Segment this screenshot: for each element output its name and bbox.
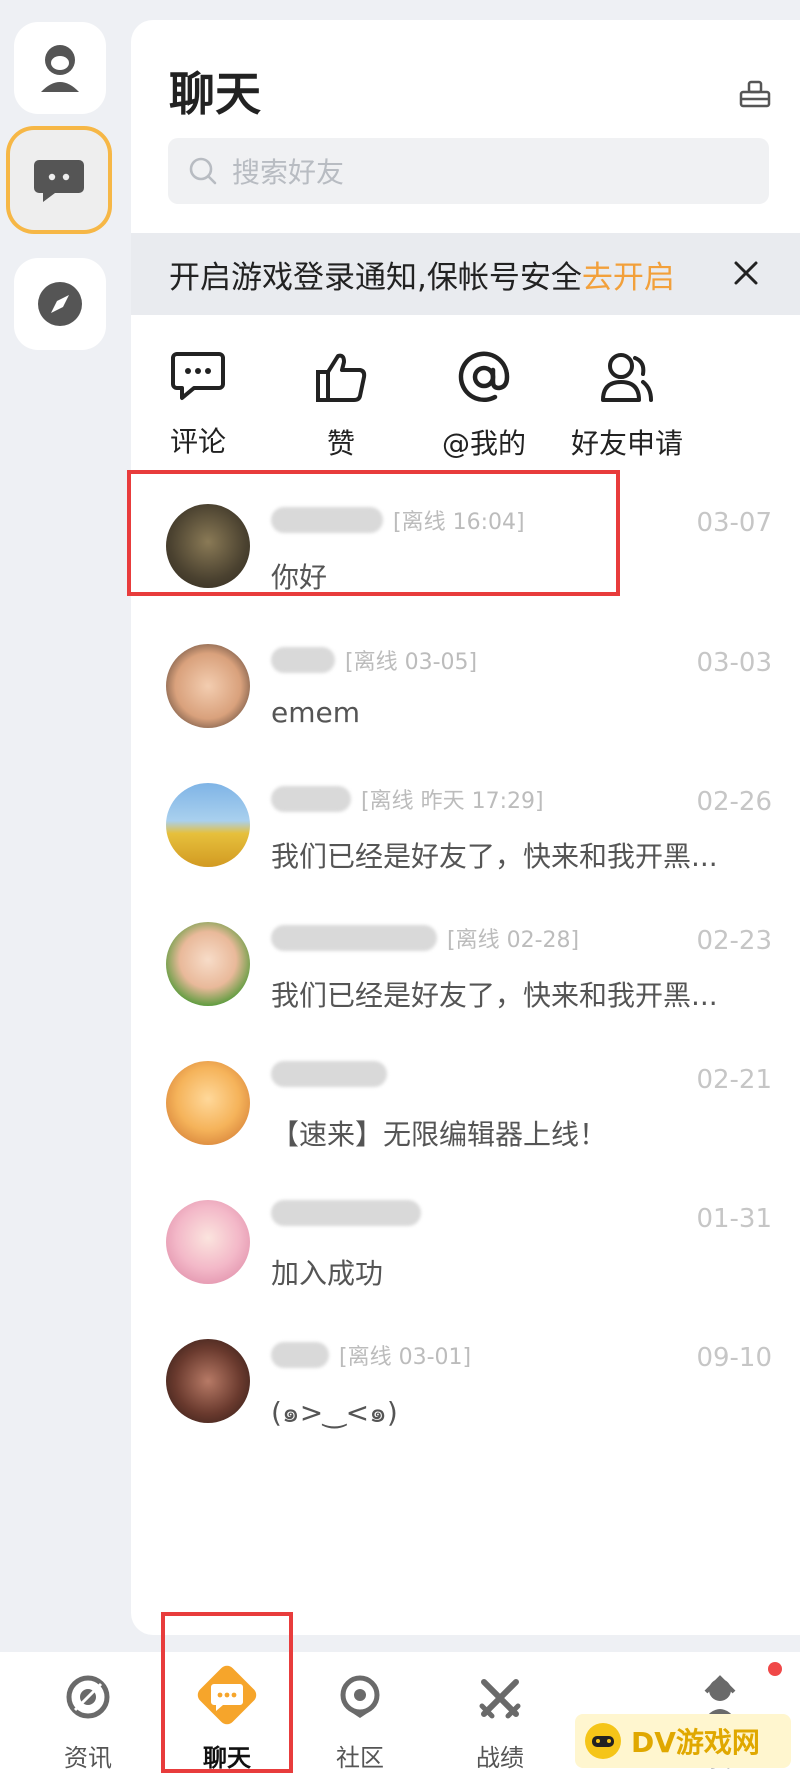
- message-date: 01-31: [696, 1204, 772, 1234]
- message-date: 02-26: [696, 787, 772, 817]
- tab-label: 战绩: [476, 1744, 524, 1772]
- chat-bubble-icon: [34, 160, 84, 202]
- chat-panel: 聊天 搜索好友 开启游戏登录通知,保帐号安全去开启 评论 赞 @我的 好友申请 …: [131, 20, 800, 1635]
- gamepad-icon: [585, 1723, 621, 1759]
- thumbs-up-icon: [316, 353, 367, 402]
- rail-discover-button[interactable]: [14, 258, 106, 350]
- avatar: [166, 644, 250, 728]
- tab-news[interactable]: 资讯: [8, 1652, 168, 1781]
- contact-name: [271, 1200, 431, 1226]
- message-date: 03-03: [696, 648, 772, 678]
- avatar: [166, 1339, 250, 1423]
- news-icon: [65, 1674, 111, 1724]
- contact-name: [离线 03-01]: [271, 1339, 471, 1371]
- avatar: [166, 922, 250, 1006]
- chat-list-item[interactable]: 02-21 【速来】无限编辑器上线！: [131, 1039, 800, 1169]
- online-status: [离线 昨天 17:29]: [361, 789, 544, 814]
- quick-action-label: 好友申请: [570, 427, 683, 460]
- quick-action-comments[interactable]: 评论: [128, 350, 268, 460]
- search-placeholder: 搜索好友: [232, 156, 345, 189]
- chat-list-item[interactable]: [离线 02-28] 02-23 我们已经是好友了，快来和我开黑...: [131, 900, 800, 1030]
- compass-icon: [38, 282, 82, 326]
- contact-name: [离线 03-05]: [271, 644, 477, 676]
- search-input[interactable]: 搜索好友: [168, 138, 769, 204]
- rail-chat-button[interactable]: [6, 126, 112, 234]
- community-icon: [337, 1674, 383, 1724]
- quick-action-likes[interactable]: 赞: [271, 350, 411, 462]
- tab-community[interactable]: 社区: [280, 1652, 440, 1781]
- message-preview: 【速来】无限编辑器上线！: [271, 1118, 608, 1151]
- search-icon: [189, 157, 217, 185]
- tab-highlight-box: [161, 1612, 293, 1773]
- quick-action-friend-requests[interactable]: 好友申请: [557, 350, 697, 462]
- clean-icon: [739, 80, 771, 108]
- online-status: [离线 02-28]: [447, 928, 580, 953]
- avatar: [166, 1061, 250, 1145]
- broom-button[interactable]: [738, 80, 772, 114]
- close-icon[interactable]: [728, 255, 764, 295]
- tab-label: 社区: [336, 1744, 384, 1772]
- quick-action-label: @我的: [441, 427, 526, 460]
- at-icon: [458, 351, 510, 403]
- notification-dot: [768, 1662, 782, 1676]
- page-title: 聊天: [169, 67, 261, 121]
- login-notification-banner: 开启游戏登录通知,保帐号安全去开启: [131, 233, 800, 315]
- notice-text: 开启游戏登录通知,保帐号安全: [169, 259, 582, 296]
- friend-request-icon: [601, 353, 653, 402]
- chat-list-item[interactable]: 01-31 加入成功: [131, 1178, 800, 1308]
- profile-icon: [41, 45, 79, 92]
- message-date: 09-10: [696, 1343, 772, 1373]
- quick-action-label: 评论: [169, 425, 226, 458]
- contact-name: [离线 昨天 17:29]: [271, 783, 544, 815]
- message-preview: (๑>‿<๑): [271, 1396, 398, 1429]
- chat-list-item[interactable]: [离线 昨天 17:29] 02-26 我们已经是好友了，快来和我开黑...: [131, 761, 800, 891]
- message-date: 02-21: [696, 1065, 772, 1095]
- chat-list-item[interactable]: [离线 03-01] 09-10 (๑>‿<๑): [131, 1317, 800, 1447]
- message-preview: emem: [271, 696, 361, 729]
- contact-name: [离线 02-28]: [271, 922, 579, 954]
- tab-label: 资讯: [64, 1744, 112, 1772]
- comment-icon: [171, 352, 225, 400]
- highlight-box: [127, 470, 620, 596]
- watermark-text: DV游戏网: [631, 1726, 760, 1759]
- contact-name: [271, 1061, 397, 1087]
- avatar: [166, 783, 250, 867]
- message-date: 03-07: [696, 508, 772, 538]
- notice-enable-link[interactable]: 去开启: [582, 260, 675, 296]
- online-status: [离线 03-05]: [345, 650, 478, 675]
- quick-action-mentions[interactable]: @我的: [414, 350, 554, 462]
- battle-record-icon: [476, 1674, 524, 1726]
- message-preview: 我们已经是好友了，快来和我开黑...: [271, 840, 718, 873]
- avatar: [166, 1200, 250, 1284]
- message-preview: 加入成功: [271, 1257, 384, 1290]
- message-date: 02-23: [696, 926, 772, 956]
- rail-profile-button[interactable]: [14, 22, 106, 114]
- online-status: [离线 03-01]: [339, 1345, 472, 1370]
- tab-battle-record[interactable]: 战绩: [420, 1652, 580, 1781]
- watermark-logo: DV游戏网: [575, 1714, 791, 1768]
- chat-list-item[interactable]: [离线 03-05] 03-03 emem: [131, 622, 800, 752]
- message-preview: 我们已经是好友了，快来和我开黑...: [271, 979, 718, 1012]
- quick-action-label: 赞: [326, 427, 355, 460]
